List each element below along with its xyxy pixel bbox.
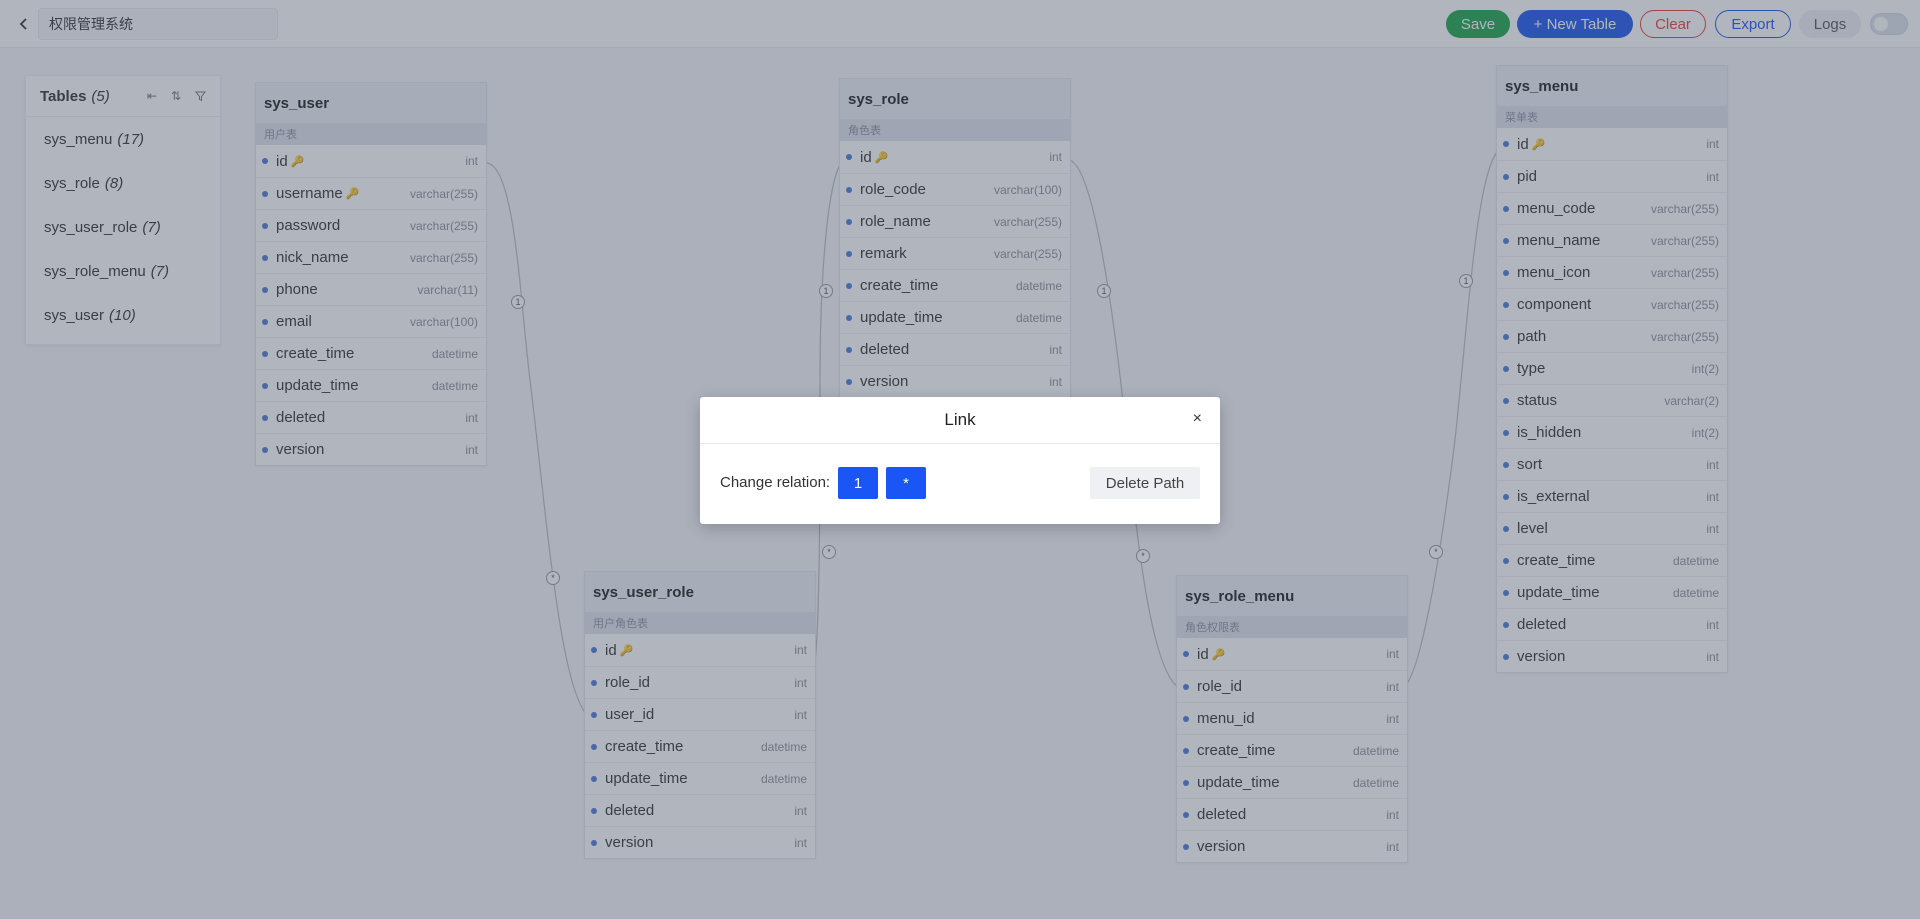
change-relation-label: Change relation: <box>720 474 831 491</box>
dialog-header: Link × <box>700 397 1220 444</box>
dialog-title: Link <box>944 410 976 429</box>
relation-many-button[interactable]: * <box>886 467 926 499</box>
link-dialog: Link × Change relation: 1 * Delete Path <box>700 397 1220 524</box>
delete-path-button[interactable]: Delete Path <box>1090 467 1200 499</box>
dialog-body: Change relation: 1 * Delete Path <box>700 444 1220 524</box>
relation-one-button[interactable]: 1 <box>838 467 878 499</box>
close-icon[interactable]: × <box>1193 410 1202 428</box>
